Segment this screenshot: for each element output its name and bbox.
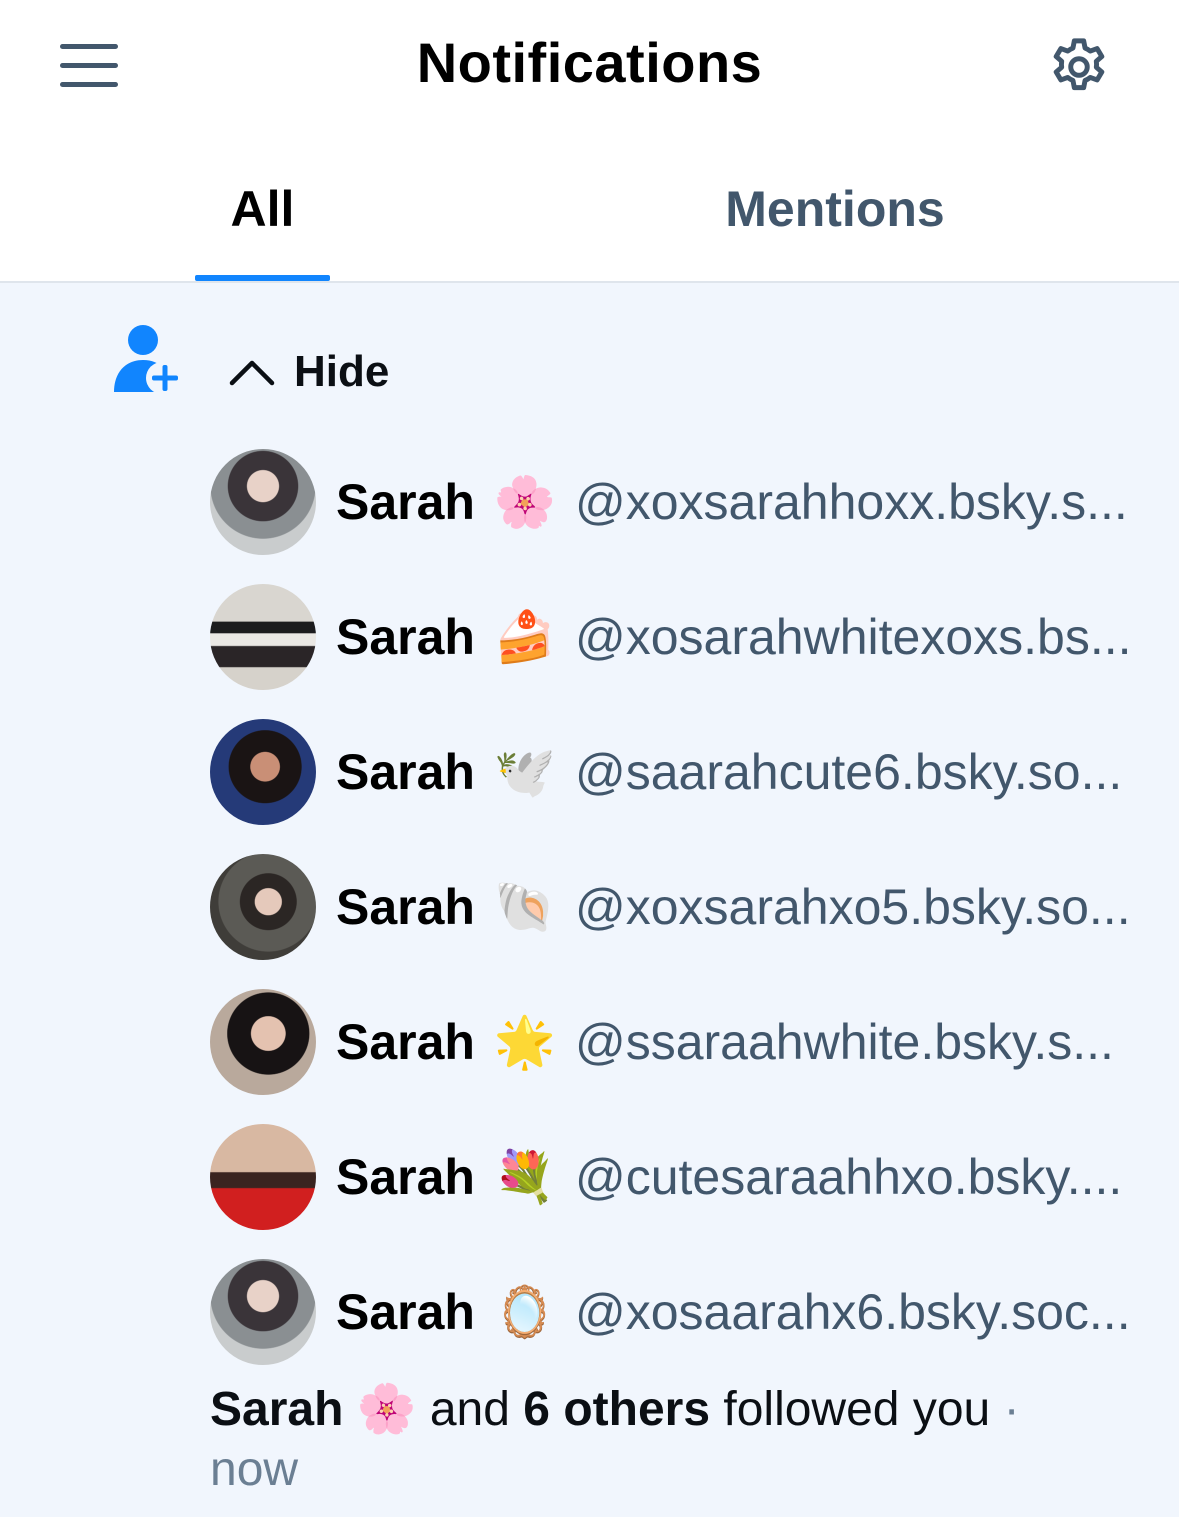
user-handle: @xosarahwhitexoxs.bs... (574, 609, 1132, 665)
gear-icon[interactable] (1046, 34, 1112, 100)
summary-and: and (429, 1383, 510, 1436)
follower-row[interactable]: Sarah 💐 @cutesaraahhxo.bsky.... (210, 1124, 1150, 1230)
summary-emoji: 🌸 (356, 1383, 417, 1436)
tab-all[interactable]: All (195, 180, 330, 238)
user-handle: @xoxsarahxo5.bsky.so... (574, 879, 1131, 935)
active-tab-indicator (195, 275, 330, 281)
follower-row[interactable]: Sarah 🌟 @ssaraahwhite.bsky.s... (210, 989, 1150, 1095)
display-name: Sarah (336, 1014, 475, 1070)
display-name: Sarah (336, 1284, 475, 1340)
follower-row[interactable]: Sarah 🪞 @xosaarahx6.bsky.soc... (210, 1259, 1150, 1365)
follow-summary: Sarah 🌸 and 6 others followed you · now (210, 1380, 1150, 1500)
user-handle: @xoxsarahhoxx.bsky.s... (574, 474, 1128, 530)
shell-emoji: 🐚 (493, 878, 557, 935)
bouquet-emoji: 💐 (493, 1148, 557, 1205)
avatar[interactable] (210, 449, 316, 555)
tab-mentions[interactable]: Mentions (700, 180, 970, 238)
display-name: Sarah (336, 609, 475, 665)
summary-others[interactable]: 6 others (523, 1383, 710, 1436)
follower-row[interactable]: Sarah 🌸 @xoxsarahhoxx.bsky.s... (210, 449, 1150, 555)
glowing-star-emoji: 🌟 (493, 1013, 557, 1070)
mirror-emoji: 🪞 (493, 1283, 557, 1340)
flower-emoji: 🌸 (493, 473, 557, 530)
display-name: Sarah (336, 744, 475, 800)
avatar[interactable] (210, 1124, 316, 1230)
avatar[interactable] (210, 1259, 316, 1365)
hide-button[interactable]: Hide (228, 344, 389, 400)
display-name: Sarah (336, 1149, 475, 1205)
display-name: Sarah (336, 474, 475, 530)
follower-row[interactable]: Sarah 🍰 @xosarahwhitexoxs.bs... (210, 584, 1150, 690)
avatar[interactable] (210, 719, 316, 825)
summary-name[interactable]: Sarah (210, 1383, 343, 1436)
tab-bar: All Mentions (0, 130, 1179, 283)
person-plus-icon (114, 325, 178, 394)
avatar[interactable] (210, 989, 316, 1095)
summary-action: followed you (723, 1383, 991, 1436)
follower-row[interactable]: Sarah 🐚 @xoxsarahxo5.bsky.so... (210, 854, 1150, 960)
chevron-up-icon (229, 360, 275, 386)
display-name: Sarah (336, 879, 475, 935)
avatar[interactable] (210, 854, 316, 960)
user-handle: @cutesaraahhxo.bsky.... (574, 1149, 1123, 1205)
hide-label: Hide (294, 347, 390, 396)
summary-separator: · (1003, 1383, 1020, 1436)
user-handle: @xosaarahx6.bsky.soc... (574, 1284, 1131, 1340)
follower-row[interactable]: Sarah 🕊️ @saarahcute6.bsky.so... (210, 719, 1150, 825)
user-handle: @ssaraahwhite.bsky.s... (574, 1014, 1114, 1070)
avatar[interactable] (210, 584, 316, 690)
timestamp: now (210, 1443, 299, 1496)
page-title: Notifications (416, 31, 763, 94)
user-handle: @saarahcute6.bsky.so... (574, 744, 1123, 800)
dove-emoji: 🕊️ (493, 743, 557, 800)
cake-emoji: 🍰 (493, 608, 557, 665)
top-bar: Notifications (0, 0, 1179, 130)
